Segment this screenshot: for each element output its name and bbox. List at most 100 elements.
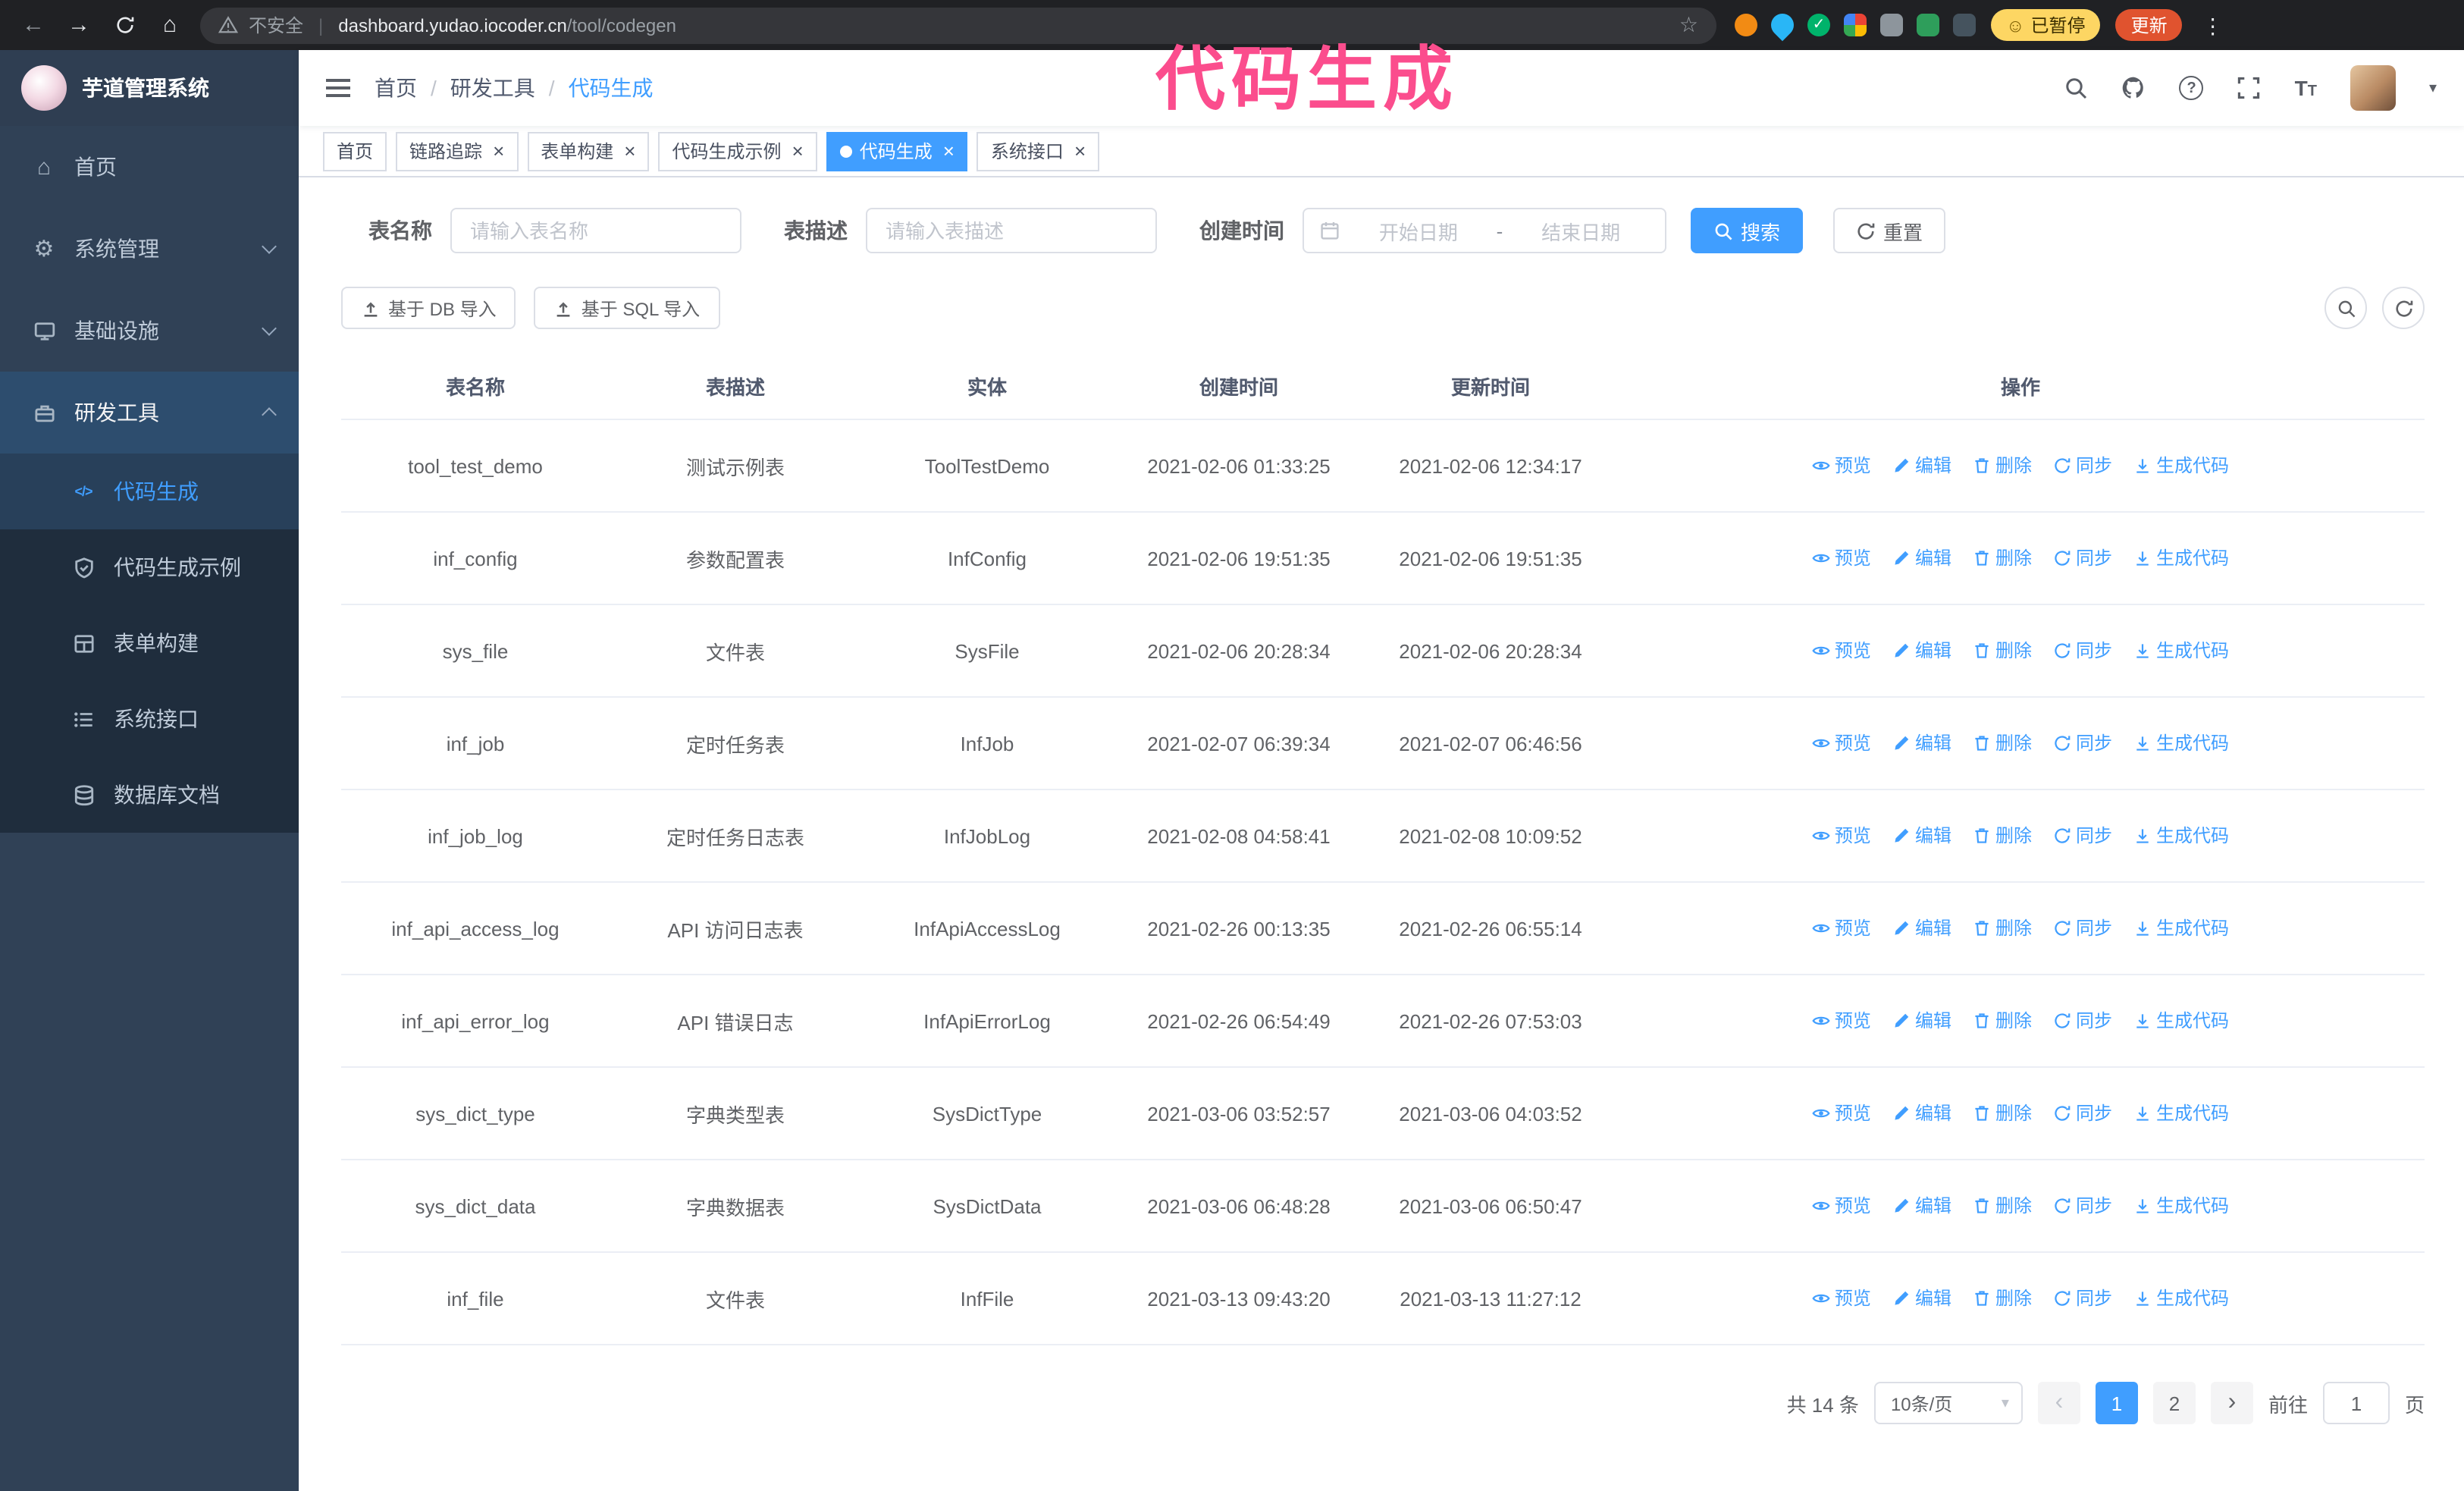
tab-codegen-example[interactable]: 代码生成示例 × [658, 131, 817, 171]
column-header-entity[interactable]: 实体 [861, 372, 1113, 400]
sidebar-item-home[interactable]: ⌂ 首页 [0, 126, 299, 208]
search-icon[interactable] [2064, 76, 2089, 100]
prev-page-button[interactable]: ‹ [2037, 1382, 2080, 1424]
app-logo[interactable]: 芋道管理系统 [0, 50, 299, 126]
edit-link[interactable]: 编辑 [1892, 545, 1951, 571]
tab-home[interactable]: 首页 [323, 131, 387, 171]
delete-link[interactable]: 删除 [1973, 1100, 2032, 1126]
edit-link[interactable]: 编辑 [1892, 638, 1951, 664]
breadcrumb-item[interactable]: 首页 [375, 73, 417, 103]
update-button[interactable]: 更新 [2115, 9, 2183, 41]
table-desc-input[interactable] [866, 208, 1157, 253]
sync-link[interactable]: 同步 [2053, 1100, 2112, 1126]
bookmark-star-icon[interactable]: ☆ [1679, 12, 1698, 38]
browser-forward-icon[interactable]: → [64, 14, 94, 36]
sync-link[interactable]: 同步 [2053, 453, 2112, 479]
delete-link[interactable]: 删除 [1973, 638, 2032, 664]
delete-link[interactable]: 删除 [1973, 1193, 2032, 1219]
browser-back-icon[interactable]: ← [18, 14, 49, 36]
sidebar-item-devtools[interactable]: 研发工具 [0, 372, 299, 454]
extension-icon[interactable] [1766, 8, 1799, 42]
goto-page-input[interactable] [2322, 1382, 2390, 1424]
generate-code-link[interactable]: 生成代码 [2133, 1008, 2229, 1034]
sidebar-item-db-docs[interactable]: 数据库文档 [0, 757, 299, 833]
delete-link[interactable]: 删除 [1973, 1008, 2032, 1034]
caret-down-icon[interactable]: ▾ [2429, 80, 2437, 96]
page-button-1[interactable]: 1 [2095, 1382, 2138, 1424]
generate-code-link[interactable]: 生成代码 [2133, 1193, 2229, 1219]
toggle-search-button[interactable] [2324, 287, 2367, 329]
generate-code-link[interactable]: 生成代码 [2133, 1285, 2229, 1311]
extension-icon[interactable] [1880, 14, 1903, 36]
generate-code-link[interactable]: 生成代码 [2133, 915, 2229, 941]
column-header-table-name[interactable]: 表名称 [341, 372, 610, 400]
browser-reload-icon[interactable] [109, 15, 140, 35]
extension-icon[interactable] [1844, 14, 1867, 36]
extension-icon[interactable] [1917, 14, 1939, 36]
preview-link[interactable]: 预览 [1812, 638, 1871, 664]
column-header-table-desc[interactable]: 表描述 [610, 372, 861, 400]
refresh-button[interactable] [2382, 287, 2425, 329]
date-range-picker[interactable]: 开始日期 - 结束日期 [1303, 208, 1666, 253]
column-header-updated[interactable]: 更新时间 [1365, 372, 1616, 400]
edit-link[interactable]: 编辑 [1892, 1285, 1951, 1311]
preview-link[interactable]: 预览 [1812, 1285, 1871, 1311]
close-icon[interactable]: × [493, 141, 504, 161]
import-db-button[interactable]: 基于 DB 导入 [341, 287, 516, 329]
edit-link[interactable]: 编辑 [1892, 915, 1951, 941]
user-avatar[interactable] [2350, 65, 2396, 111]
edit-link[interactable]: 编辑 [1892, 1193, 1951, 1219]
close-icon[interactable]: × [1074, 141, 1086, 161]
delete-link[interactable]: 删除 [1973, 823, 2032, 849]
generate-code-link[interactable]: 生成代码 [2133, 545, 2229, 571]
breadcrumb-item[interactable]: 研发工具 [450, 73, 535, 103]
close-icon[interactable]: × [943, 141, 955, 161]
table-name-input[interactable] [450, 208, 741, 253]
close-icon[interactable]: × [624, 141, 635, 161]
tab-codegen[interactable]: 代码生成 × [826, 131, 968, 171]
import-sql-button[interactable]: 基于 SQL 导入 [534, 287, 720, 329]
generate-code-link[interactable]: 生成代码 [2133, 638, 2229, 664]
edit-link[interactable]: 编辑 [1892, 453, 1951, 479]
sidebar-item-codegen-example[interactable]: 代码生成示例 [0, 529, 299, 605]
preview-link[interactable]: 预览 [1812, 730, 1871, 756]
page-button-2[interactable]: 2 [2152, 1382, 2196, 1424]
sidebar-item-form-builder[interactable]: 表单构建 [0, 605, 299, 681]
generate-code-link[interactable]: 生成代码 [2133, 823, 2229, 849]
preview-link[interactable]: 预览 [1812, 453, 1871, 479]
preview-link[interactable]: 预览 [1812, 545, 1871, 571]
preview-link[interactable]: 预览 [1812, 915, 1871, 941]
delete-link[interactable]: 删除 [1973, 915, 2032, 941]
page-size-select[interactable]: 10条/页 ▾ [1873, 1382, 2023, 1424]
sync-link[interactable]: 同步 [2053, 730, 2112, 756]
preview-link[interactable]: 预览 [1812, 1100, 1871, 1126]
edit-link[interactable]: 编辑 [1892, 823, 1951, 849]
sync-link[interactable]: 同步 [2053, 915, 2112, 941]
close-icon[interactable]: × [792, 141, 804, 161]
edit-link[interactable]: 编辑 [1892, 1100, 1951, 1126]
sync-link[interactable]: 同步 [2053, 545, 2112, 571]
next-page-button[interactable]: › [2210, 1382, 2253, 1424]
fullscreen-icon[interactable] [2237, 76, 2262, 100]
extension-icon[interactable] [1735, 14, 1757, 36]
help-icon[interactable]: ? [2179, 76, 2204, 100]
browser-menu-icon[interactable]: ⋮ [2198, 14, 2228, 36]
sidebar-item-infrastructure[interactable]: 基础设施 [0, 290, 299, 372]
tab-form-builder[interactable]: 表单构建 × [527, 131, 650, 171]
delete-link[interactable]: 删除 [1973, 1285, 2032, 1311]
extension-icon[interactable]: ✓ [1807, 14, 1830, 36]
edit-link[interactable]: 编辑 [1892, 1008, 1951, 1034]
column-header-created[interactable]: 创建时间 [1113, 372, 1365, 400]
generate-code-link[interactable]: 生成代码 [2133, 1100, 2229, 1126]
edit-link[interactable]: 编辑 [1892, 730, 1951, 756]
sync-link[interactable]: 同步 [2053, 823, 2112, 849]
sync-link[interactable]: 同步 [2053, 1193, 2112, 1219]
delete-link[interactable]: 删除 [1973, 730, 2032, 756]
font-size-icon[interactable]: TT [2295, 76, 2317, 100]
reset-button[interactable]: 重置 [1833, 208, 1946, 253]
preview-link[interactable]: 预览 [1812, 823, 1871, 849]
generate-code-link[interactable]: 生成代码 [2133, 453, 2229, 479]
sync-link[interactable]: 同步 [2053, 1285, 2112, 1311]
sidebar-item-system-api[interactable]: 系统接口 [0, 681, 299, 757]
preview-link[interactable]: 预览 [1812, 1193, 1871, 1219]
